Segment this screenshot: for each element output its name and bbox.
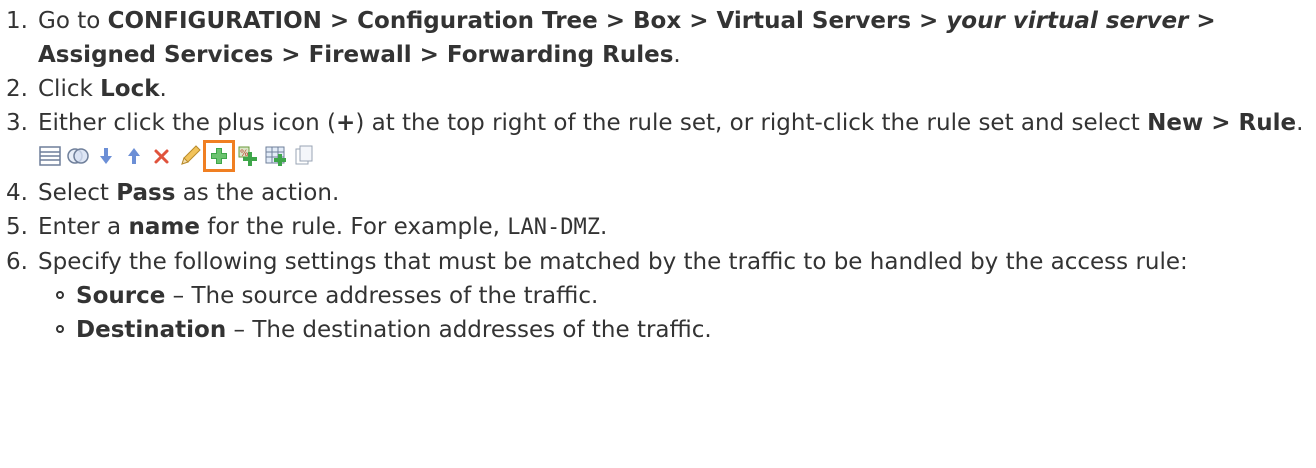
rule-toolbar: % bbox=[38, 140, 1316, 172]
bullet-icon bbox=[56, 291, 64, 299]
step-tail: . bbox=[159, 76, 167, 102]
new-rule-label: New > Rule bbox=[1147, 110, 1297, 136]
step-text: Go to bbox=[38, 8, 108, 34]
step-tail: as the action. bbox=[175, 180, 340, 206]
steps-list: 1. Go to CONFIGURATION > Configuration T… bbox=[0, 0, 1316, 347]
step-5: 5. Enter a name for the rule. For exampl… bbox=[0, 210, 1316, 245]
step-number: 1. bbox=[6, 8, 28, 34]
add-table-icon[interactable] bbox=[264, 144, 288, 168]
settings-list: Source – The source addresses of the tra… bbox=[38, 279, 1316, 347]
list-view-icon[interactable] bbox=[38, 144, 62, 168]
step-3: 3. Either click the plus icon (+) at the… bbox=[0, 106, 1316, 172]
lock-label: Lock bbox=[100, 76, 160, 102]
config-path-part-1: CONFIGURATION > Configuration Tree > Box… bbox=[107, 8, 947, 34]
delete-icon[interactable] bbox=[150, 144, 174, 168]
document: 1. Go to CONFIGURATION > Configuration T… bbox=[0, 0, 1316, 468]
step-number: 3. bbox=[6, 110, 28, 136]
step-text: Click bbox=[38, 76, 101, 102]
step-text: Select bbox=[38, 180, 117, 206]
step-4: 4. Select Pass as the action. bbox=[0, 176, 1316, 210]
copy-icon[interactable] bbox=[292, 144, 316, 168]
source-label: Source bbox=[76, 283, 166, 309]
name-label: name bbox=[128, 214, 200, 240]
bullet-icon bbox=[56, 325, 64, 333]
destination-description: – The destination addresses of the traff… bbox=[226, 317, 712, 343]
merge-view-icon[interactable] bbox=[66, 144, 90, 168]
edit-icon[interactable] bbox=[178, 144, 202, 168]
step-text: Enter a bbox=[38, 214, 129, 240]
step-number: 5. bbox=[6, 214, 28, 240]
step-tail: . bbox=[1296, 110, 1304, 136]
step-number: 4. bbox=[6, 180, 28, 206]
plus-symbol: + bbox=[336, 110, 356, 136]
config-path-italic: your virtual server bbox=[946, 8, 1189, 34]
step-6: 6. Specify the following settings that m… bbox=[0, 245, 1316, 347]
move-up-icon[interactable] bbox=[122, 144, 146, 168]
step-2: 2. Click Lock. bbox=[0, 72, 1316, 106]
step-number: 2. bbox=[6, 76, 28, 102]
source-description: – The source addresses of the traffic. bbox=[165, 283, 599, 309]
add-rule-icon[interactable] bbox=[203, 140, 235, 172]
step-number: 6. bbox=[6, 249, 28, 275]
step-text-mid: ) at the top right of the rule set, or r… bbox=[355, 110, 1148, 136]
move-down-icon[interactable] bbox=[94, 144, 118, 168]
pass-label: Pass bbox=[116, 180, 176, 206]
step-1: 1. Go to CONFIGURATION > Configuration T… bbox=[0, 0, 1316, 72]
destination-label: Destination bbox=[76, 317, 227, 343]
step-text-mid: for the rule. For example, bbox=[199, 214, 508, 240]
example-code: LAN-DMZ bbox=[507, 215, 601, 240]
step-text: Either click the plus icon ( bbox=[38, 110, 337, 136]
step-tail: . bbox=[600, 214, 608, 240]
step-tail: . bbox=[673, 42, 681, 68]
add-group-icon[interactable]: % bbox=[236, 144, 260, 168]
step-text: Specify the following settings that must… bbox=[38, 249, 1188, 275]
list-item: Source – The source addresses of the tra… bbox=[52, 279, 1316, 313]
list-item: Destination – The destination addresses … bbox=[52, 313, 1316, 347]
